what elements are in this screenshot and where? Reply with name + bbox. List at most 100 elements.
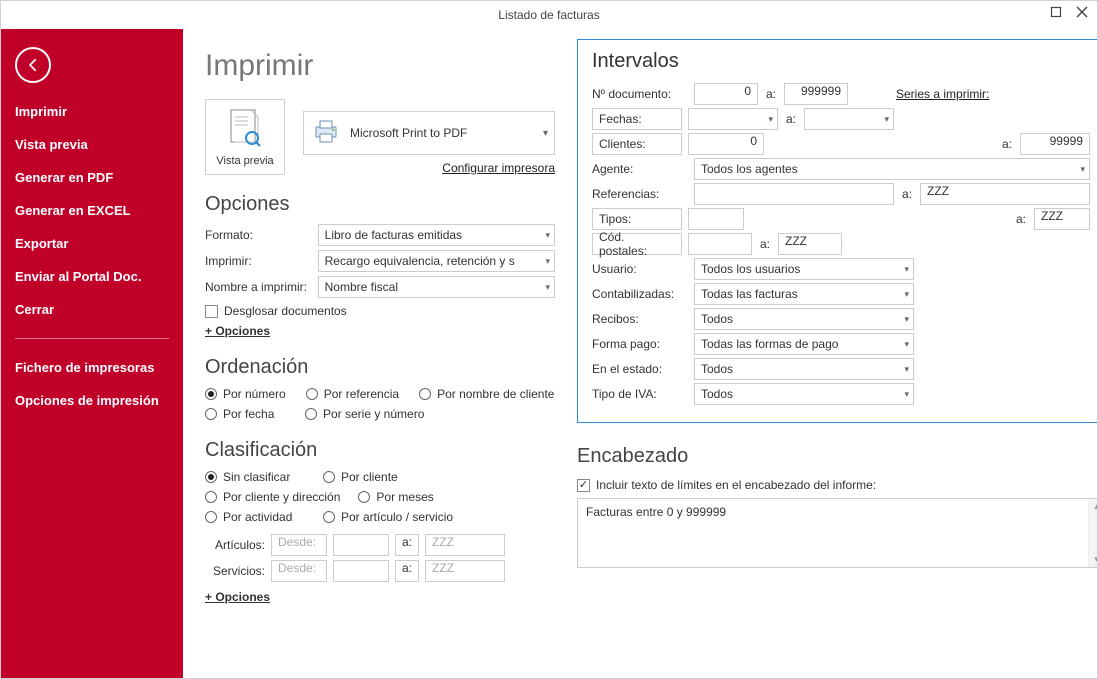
- contabilizadas-label: Contabilizadas:: [592, 287, 688, 301]
- printer-select[interactable]: Microsoft Print to PDF ▾: [303, 111, 555, 155]
- chevron-down-icon: ▾: [1080, 164, 1085, 175]
- ndoc-label: Nº documento:: [592, 87, 688, 101]
- sidebar-item-cerrar[interactable]: Cerrar: [1, 293, 183, 326]
- articulos-desde-input[interactable]: Desde:: [271, 534, 327, 556]
- sidebar-item-vista-previa[interactable]: Vista previa: [1, 128, 183, 161]
- printer-icon: [312, 119, 340, 148]
- radio-dot-icon: [205, 471, 217, 483]
- desglosar-label: Desglosar documentos: [224, 304, 347, 318]
- servicios-hasta-input[interactable]: ZZZ: [425, 560, 505, 582]
- radio-por-cliente[interactable]: Por cliente: [323, 470, 423, 484]
- radio-por-nombre-cliente[interactable]: Por nombre de cliente: [419, 387, 554, 401]
- servicios-desde-value-input[interactable]: [333, 560, 389, 582]
- series-imprimir-link[interactable]: Series a imprimir:: [896, 87, 989, 101]
- fechas-button[interactable]: Fechas:: [592, 108, 682, 130]
- estado-select[interactable]: Todos▾: [694, 358, 914, 380]
- printer-name: Microsoft Print to PDF: [350, 126, 467, 140]
- radio-por-numero[interactable]: Por número: [205, 387, 286, 401]
- radio-por-referencia[interactable]: Por referencia: [306, 387, 399, 401]
- radio-dot-icon: [323, 471, 335, 483]
- clientes-from-input[interactable]: 0: [688, 133, 764, 155]
- configurar-impresora-link[interactable]: Configurar impresora: [442, 161, 555, 175]
- sidebar-item-exportar[interactable]: Exportar: [1, 227, 183, 260]
- referencias-from-input[interactable]: [694, 183, 894, 205]
- formapago-select[interactable]: Todas las formas de pago▾: [694, 333, 914, 355]
- radio-por-articulo-servicio[interactable]: Por artículo / servicio: [323, 510, 453, 524]
- tipos-button[interactable]: Tipos:: [592, 208, 682, 230]
- radio-por-fecha[interactable]: Por fecha: [205, 407, 285, 421]
- radio-label: Por actividad: [223, 510, 292, 524]
- desglosar-checkbox[interactable]: [205, 305, 218, 318]
- tipoiva-label: Tipo de IVA:: [592, 387, 688, 401]
- opciones-heading: Opciones: [205, 193, 555, 216]
- tipoiva-select[interactable]: Todos ▾: [694, 383, 914, 405]
- agente-select[interactable]: Todos los agentes▾: [694, 158, 1090, 180]
- articulos-desde-value-input[interactable]: [333, 534, 389, 556]
- referencias-to-input[interactable]: ZZZ: [920, 183, 1090, 205]
- mas-opciones-clasif-link[interactable]: + Opciones: [205, 590, 555, 604]
- tipos-from-input[interactable]: [688, 208, 744, 230]
- radio-label: Por nombre de cliente: [437, 387, 554, 401]
- a-label: a:: [758, 237, 772, 251]
- usuario-select[interactable]: Todos los usuarios▾: [694, 258, 914, 280]
- clasificacion-group: Sin clasificar Por cliente Por cliente y…: [205, 470, 555, 524]
- chevron-down-icon: ▾: [545, 256, 550, 267]
- servicios-desde-input[interactable]: Desde:: [271, 560, 327, 582]
- radio-dot-icon: [205, 491, 217, 503]
- formato-label: Formato:: [205, 228, 314, 242]
- ordenacion-group: Por número Por referencia Por nombre de …: [205, 387, 555, 421]
- chevron-down-icon: ▾: [904, 339, 909, 350]
- encabezado-text: Facturas entre 0 y 999999: [586, 505, 726, 519]
- back-button[interactable]: [15, 47, 51, 83]
- agente-label: Agente:: [592, 162, 688, 176]
- ndoc-from-input[interactable]: 0: [694, 83, 758, 105]
- vista-previa-button[interactable]: Vista previa: [205, 99, 285, 175]
- contabilizadas-select[interactable]: Todas las facturas▾: [694, 283, 914, 305]
- sidebar-item-fichero-impresoras[interactable]: Fichero de impresoras: [1, 351, 183, 384]
- page-title: Imprimir: [205, 49, 555, 83]
- radio-sin-clasificar[interactable]: Sin clasificar: [205, 470, 305, 484]
- incluir-texto-checkbox[interactable]: [577, 479, 590, 492]
- iva-value: Todos: [701, 387, 733, 401]
- imprimir-label: Imprimir:: [205, 254, 314, 268]
- recibos-select[interactable]: Todos▾: [694, 308, 914, 330]
- encabezado-textarea[interactable]: Facturas entre 0 y 999999 ▴ ▾: [577, 498, 1097, 568]
- radio-por-cliente-direccion[interactable]: Por cliente y dirección: [205, 490, 340, 504]
- fecha-hasta-select[interactable]: ▾: [804, 108, 894, 130]
- sidebar-item-generar-excel[interactable]: Generar en EXCEL: [1, 194, 183, 227]
- codpostales-button[interactable]: Cód. postales:: [592, 233, 682, 255]
- radio-dot-icon: [205, 388, 217, 400]
- scroll-down-icon: ▾: [1094, 552, 1097, 567]
- sidebar-item-imprimir[interactable]: Imprimir: [1, 95, 183, 128]
- sidebar-item-enviar-portal[interactable]: Enviar al Portal Doc.: [1, 260, 183, 293]
- sidebar-item-generar-pdf[interactable]: Generar en PDF: [1, 161, 183, 194]
- articulos-label: Artículos:: [205, 538, 265, 552]
- radio-por-actividad[interactable]: Por actividad: [205, 510, 305, 524]
- sidebar-item-opciones-impresion[interactable]: Opciones de impresión: [1, 384, 183, 417]
- chevron-down-icon: ▾: [904, 389, 909, 400]
- radio-label: Por artículo / servicio: [341, 510, 453, 524]
- title-bar: Listado de facturas: [1, 1, 1097, 29]
- ndoc-to-input[interactable]: 999999: [784, 83, 848, 105]
- mas-opciones-link[interactable]: + Opciones: [205, 324, 555, 338]
- maximize-icon[interactable]: [1047, 3, 1065, 21]
- scrollbar[interactable]: ▴ ▾: [1088, 499, 1097, 567]
- tipos-to-input[interactable]: ZZZ: [1034, 208, 1090, 230]
- imprimir-select[interactable]: Recargo equivalencia, retención y s▾: [318, 250, 555, 272]
- codpostales-from-input[interactable]: [688, 233, 752, 255]
- formato-select[interactable]: Libro de facturas emitidas▾: [318, 224, 555, 246]
- nombre-select[interactable]: Nombre fiscal▾: [318, 276, 555, 298]
- radio-por-meses[interactable]: Por meses: [358, 490, 458, 504]
- articulos-hasta-input[interactable]: ZZZ: [425, 534, 505, 556]
- formapago-label: Forma pago:: [592, 337, 688, 351]
- radio-label: Por fecha: [223, 407, 274, 421]
- radio-dot-icon: [205, 408, 217, 420]
- fecha-desde-select[interactable]: ▾: [688, 108, 778, 130]
- clientes-to-input[interactable]: 99999: [1020, 133, 1090, 155]
- chevron-down-icon: ▾: [543, 128, 548, 139]
- radio-por-serie-numero[interactable]: Por serie y número: [305, 407, 424, 421]
- codpostales-to-input[interactable]: ZZZ: [778, 233, 842, 255]
- clientes-button[interactable]: Clientes:: [592, 133, 682, 155]
- chevron-down-icon: ▾: [768, 114, 773, 125]
- close-icon[interactable]: [1073, 3, 1091, 21]
